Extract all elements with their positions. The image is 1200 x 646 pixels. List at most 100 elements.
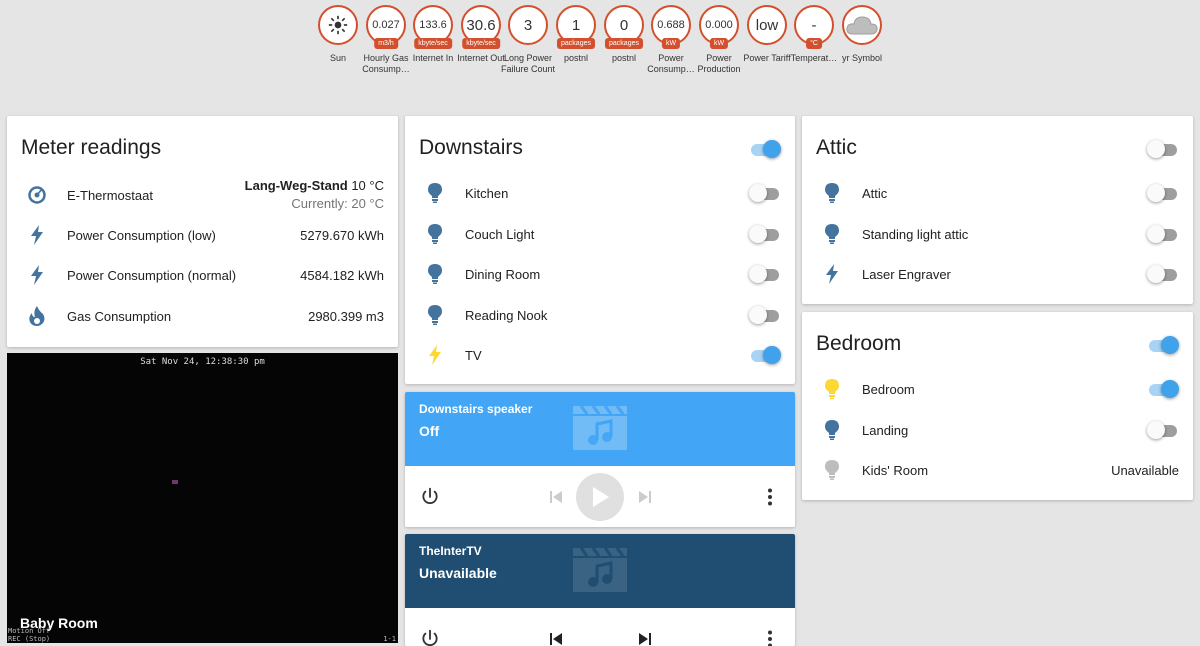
lightbulb-icon bbox=[425, 183, 445, 203]
meter-name: Power Consumption (normal) bbox=[67, 267, 237, 283]
media-player-name: TheInterTV bbox=[419, 544, 482, 558]
card-title: Bedroom bbox=[816, 332, 902, 355]
badge-bar: Sun 0.027 m3/h Hourly Gas Consump… 133.6 k… bbox=[0, 5, 1200, 105]
flash-icon bbox=[27, 225, 47, 245]
attic-master-toggle[interactable] bbox=[1147, 139, 1179, 159]
entity-row-bedroom[interactable]: Bedroom bbox=[802, 374, 1193, 404]
badge-value: 133.6 bbox=[419, 19, 447, 31]
entity-row-laser-engraver[interactable]: Laser Engraver bbox=[802, 259, 1193, 289]
bedroom-toggle[interactable] bbox=[1147, 379, 1179, 399]
camera-motion-status: Motion Off bbox=[8, 627, 51, 635]
couch-light-toggle[interactable] bbox=[749, 224, 781, 244]
card-title: Meter readings bbox=[21, 136, 162, 159]
previous-track-button[interactable] bbox=[547, 630, 565, 646]
lightbulb-icon bbox=[822, 460, 842, 480]
entity-name: Standing light attic bbox=[862, 226, 969, 242]
badge-unit: kW bbox=[661, 38, 681, 49]
entity-row-kids-room[interactable]: Kids' Room Unavailable bbox=[802, 455, 1193, 485]
previous-track-button[interactable] bbox=[547, 488, 565, 506]
lightbulb-icon bbox=[425, 264, 445, 284]
meter-value: 4584.182 kWh bbox=[300, 267, 384, 283]
skip-previous-icon bbox=[550, 633, 562, 645]
badge-unit: °C bbox=[806, 38, 822, 49]
meter-name: Gas Consumption bbox=[67, 308, 172, 324]
bedroom-card: Bedroom Bedroom Landing Kids' Room Unava… bbox=[802, 312, 1193, 500]
kitchen-toggle[interactable] bbox=[749, 183, 781, 203]
entity-row-standing-light-attic[interactable]: Standing light attic bbox=[802, 219, 1193, 249]
thermostat-icon bbox=[27, 185, 47, 205]
skip-next-icon bbox=[639, 633, 651, 645]
attic-toggle[interactable] bbox=[1147, 183, 1179, 203]
badge-value: 30.6 bbox=[466, 16, 496, 34]
tv-toggle[interactable] bbox=[749, 345, 781, 365]
video-music-icon bbox=[573, 548, 627, 592]
landing-toggle[interactable] bbox=[1147, 420, 1179, 440]
standing-light-attic-toggle[interactable] bbox=[1147, 224, 1179, 244]
camera-card-baby-room[interactable]: Sat Nov 24, 12:38:30 pm Baby Room Motion… bbox=[7, 353, 398, 643]
meter-value: 5279.670 kWh bbox=[300, 227, 384, 243]
next-track-button[interactable] bbox=[636, 630, 654, 646]
entity-name: Attic bbox=[862, 185, 888, 201]
downstairs-master-toggle[interactable] bbox=[749, 139, 781, 159]
badge-value: 3 bbox=[523, 16, 533, 34]
card-title: Attic bbox=[816, 136, 857, 159]
lightbulb-icon bbox=[425, 305, 445, 325]
entity-row-tv[interactable]: TV bbox=[405, 340, 795, 370]
entity-row-dining-room[interactable]: Dining Room bbox=[405, 259, 795, 289]
meter-row[interactable]: Power Consumption (low) 5279.670 kWh bbox=[7, 220, 398, 250]
camera-rec-status: REC (Stop) bbox=[8, 635, 51, 643]
power-button[interactable] bbox=[419, 486, 441, 508]
laser-engraver-toggle[interactable] bbox=[1147, 264, 1179, 284]
entity-name: Kitchen bbox=[465, 185, 509, 201]
flash-icon bbox=[822, 264, 842, 284]
camera-noise bbox=[172, 480, 178, 484]
next-track-button[interactable] bbox=[636, 488, 654, 506]
media-player-state: Unavailable bbox=[419, 565, 497, 581]
entity-row-reading-nook[interactable]: Reading Nook bbox=[405, 300, 795, 330]
entity-row-attic[interactable]: Attic bbox=[802, 178, 1193, 208]
fire-icon bbox=[27, 306, 47, 326]
badge-yr-symbol[interactable]: yr Symbol bbox=[833, 5, 891, 64]
meter-name: Power Consumption (low) bbox=[67, 227, 216, 243]
power-button[interactable] bbox=[419, 628, 441, 646]
entity-name: TV bbox=[465, 347, 482, 363]
meter-row[interactable]: Power Consumption (normal) 4584.182 kWh bbox=[7, 260, 398, 290]
flash-icon bbox=[425, 345, 445, 365]
entity-name: Landing bbox=[862, 422, 909, 438]
play-icon bbox=[593, 487, 609, 507]
more-options-button[interactable] bbox=[760, 486, 780, 508]
entity-name: Bedroom bbox=[862, 381, 915, 397]
thermostat-name: E-Thermostaat bbox=[67, 187, 153, 203]
badge-value: - bbox=[811, 16, 817, 34]
badge-value: 0.027 bbox=[372, 19, 400, 31]
badge-unit: packages bbox=[605, 38, 643, 49]
thermostat-current: Currently: 20 °C bbox=[291, 196, 384, 211]
power-icon bbox=[422, 629, 438, 646]
dining-room-toggle[interactable] bbox=[749, 264, 781, 284]
play-pause-button[interactable] bbox=[576, 473, 624, 521]
media-player-downstairs-speaker: Downstairs speaker Off bbox=[405, 392, 795, 527]
more-vert-icon bbox=[768, 488, 772, 506]
reading-nook-toggle[interactable] bbox=[749, 305, 781, 325]
meter-readings-card: Meter readings E-Thermostaat Lang-Weg-St… bbox=[7, 116, 398, 347]
bedroom-master-toggle[interactable] bbox=[1147, 335, 1179, 355]
downstairs-card: Downstairs Kitchen Couch Light Dining Ro… bbox=[405, 116, 795, 384]
entity-row-landing[interactable]: Landing bbox=[802, 415, 1193, 445]
entity-name: Dining Room bbox=[465, 266, 541, 282]
skip-previous-icon bbox=[550, 491, 562, 503]
media-player-theintertv: TheInterTV Unavailable bbox=[405, 534, 795, 646]
sun-icon bbox=[328, 15, 348, 35]
badge-value: 0.688 bbox=[657, 19, 685, 31]
camera-frame-counter: 1-1 bbox=[383, 635, 396, 643]
meter-row[interactable]: Gas Consumption 2980.399 m3 bbox=[7, 301, 398, 331]
badge-value: 0.000 bbox=[705, 19, 733, 31]
entity-name: Reading Nook bbox=[465, 307, 548, 323]
thermostat-row[interactable]: E-Thermostaat Lang-Weg-Stand 10 °C Curre… bbox=[7, 178, 398, 212]
skip-next-icon bbox=[639, 491, 651, 503]
entity-row-kitchen[interactable]: Kitchen bbox=[405, 178, 795, 208]
badge-value: 1 bbox=[571, 16, 581, 34]
entity-row-couch-light[interactable]: Couch Light bbox=[405, 219, 795, 249]
badge-unit: kbyte/sec bbox=[462, 38, 500, 49]
meter-value: 2980.399 m3 bbox=[308, 308, 384, 324]
more-options-button[interactable] bbox=[760, 628, 780, 646]
